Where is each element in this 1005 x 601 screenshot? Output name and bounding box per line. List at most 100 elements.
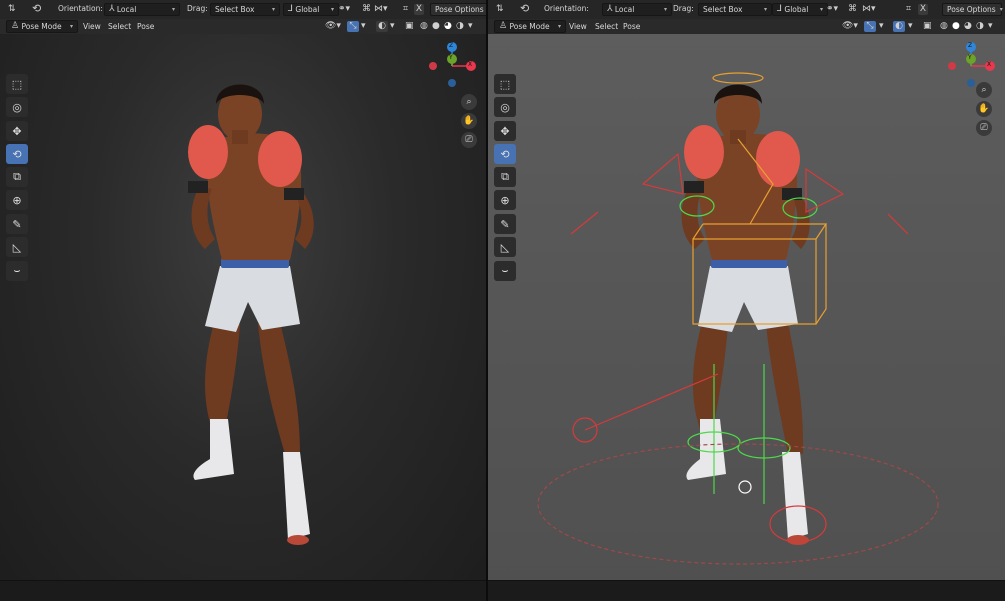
transform-dropdown[interactable]: ⅃ Global ▾: [283, 3, 339, 16]
wireframe-shading-icon[interactable]: ◍: [420, 21, 428, 32]
rendered-shading-icon[interactable]: ◑: [976, 21, 984, 32]
gizmo-x-label: X: [987, 61, 992, 68]
menu-view[interactable]: View: [83, 22, 101, 31]
visibility-icon[interactable]: 👁▾: [325, 21, 341, 32]
rotate-mode-icon[interactable]: ⟲: [32, 3, 41, 14]
move-icon[interactable]: ✥: [494, 121, 516, 141]
chevron-down-icon[interactable]: ▾: [361, 21, 366, 32]
pan-hand-icon[interactable]: ✋: [461, 113, 477, 129]
xray-icon[interactable]: ▣: [923, 21, 932, 32]
drag-label: Drag:: [187, 4, 208, 13]
x-toggle-button[interactable]: X: [918, 4, 928, 15]
rotate-mode-icon[interactable]: ⟲: [520, 3, 529, 14]
cursor-icon[interactable]: ◎: [6, 97, 28, 117]
pose-mode-icon: ♙: [499, 21, 508, 31]
pose-options-dropdown[interactable]: Pose Options▾: [942, 3, 1003, 16]
chevron-down-icon[interactable]: ▾: [468, 21, 473, 32]
mode-value: Pose Mode: [21, 22, 62, 31]
transform-icon[interactable]: ⊕: [6, 190, 28, 210]
chevron-down-icon[interactable]: ▾: [390, 21, 395, 32]
rendered-shading-icon[interactable]: ◑: [456, 21, 464, 32]
pose-options-label: Pose Options: [947, 5, 996, 14]
move-icon[interactable]: ✥: [6, 121, 28, 141]
transform-pivot-icon[interactable]: ⇅: [496, 4, 504, 15]
cursor-icon[interactable]: ◎: [494, 97, 516, 117]
camera-icon[interactable]: ⎚: [461, 132, 477, 148]
navigation-gizmo[interactable]: Z Y X: [424, 38, 484, 98]
visibility-icon[interactable]: 👁▾: [842, 21, 858, 32]
gizmo-y-label: Y: [968, 54, 972, 61]
toolbar-left: ⬚ ◎ ✥ ⟲ ⧉ ⊕ ✎ ◺ ⌣: [6, 74, 30, 284]
transform-value: Global: [295, 5, 320, 14]
3d-viewport[interactable]: ⬚ ◎ ✥ ⟲ ⧉ ⊕ ✎ ◺ ⌣ Z Y X ⌕ ✋ ⎚: [0, 34, 486, 601]
orientation-dropdown[interactable]: ⅄ Local ▾: [104, 3, 180, 16]
xray-icon[interactable]: ▣: [405, 21, 414, 32]
menu-select[interactable]: Select: [595, 22, 618, 31]
viewport-right[interactable]: ⇅ ⟲ Orientation: ⅄ Local ▾ Drag: Select B…: [488, 0, 1005, 601]
auto-ik-icon[interactable]: ⌗: [906, 4, 911, 15]
link-icon[interactable]: ⚭▾: [826, 4, 838, 15]
menu-pose[interactable]: Pose: [623, 22, 640, 31]
orientation-label: Orientation:: [58, 4, 103, 13]
measure-icon[interactable]: ◺: [494, 237, 516, 257]
drag-label: Drag:: [673, 4, 694, 13]
solid-shading-icon[interactable]: ●: [952, 21, 960, 32]
rotate-icon[interactable]: ⟲: [494, 144, 516, 164]
chevron-down-icon[interactable]: ▾: [908, 21, 913, 32]
solid-shading-icon[interactable]: ●: [432, 21, 440, 32]
material-shading-icon[interactable]: ◕: [964, 21, 972, 32]
transform-icon[interactable]: ⊕: [494, 190, 516, 210]
zoom-icon[interactable]: ⌕: [461, 94, 477, 110]
navigation-gizmo[interactable]: Z Y X: [943, 38, 1003, 98]
chevron-down-icon[interactable]: ▾: [988, 21, 993, 32]
relax-icon[interactable]: ⌣: [494, 261, 516, 281]
camera-icon[interactable]: ⎚: [976, 120, 992, 136]
drag-dropdown[interactable]: Select Box ▾: [698, 3, 772, 16]
measure-icon[interactable]: ◺: [6, 237, 28, 257]
viewport-left[interactable]: ⇅ ⟲ Orientation: ⅄ Local ▾ Drag: Select B…: [0, 0, 486, 601]
rotate-icon[interactable]: ⟲: [6, 144, 28, 164]
3d-viewport[interactable]: ⬚ ◎ ✥ ⟲ ⧉ ⊕ ✎ ◺ ⌣ Z Y X ⌕ ✋ ⎚: [488, 34, 1005, 601]
select-box-icon[interactable]: ⬚: [494, 74, 516, 94]
pan-hand-icon[interactable]: ✋: [976, 101, 992, 117]
link-icon[interactable]: ⚭▾: [338, 4, 350, 15]
bottom-bar: [0, 580, 486, 601]
character-render[interactable]: [0, 34, 486, 580]
pose-x-mirror-icon[interactable]: ⌘: [848, 4, 857, 15]
pose-options-label: Pose Options: [435, 5, 484, 14]
gizmo-toggle-icon[interactable]: ⤡: [347, 21, 359, 32]
menu-pose[interactable]: Pose: [137, 22, 154, 31]
toolbar-left: ⬚ ◎ ✥ ⟲ ⧉ ⊕ ✎ ◺ ⌣: [494, 74, 518, 284]
chevron-down-icon[interactable]: ▾: [879, 21, 884, 32]
overlays-icon[interactable]: ◐: [376, 21, 388, 32]
overlays-icon[interactable]: ◐: [893, 21, 905, 32]
material-shading-icon[interactable]: ◕: [444, 21, 452, 32]
chevron-down-icon: ▾: [763, 6, 767, 13]
scale-icon[interactable]: ⧉: [494, 167, 516, 187]
annotate-icon[interactable]: ✎: [6, 214, 28, 234]
wireframe-shading-icon[interactable]: ◍: [940, 21, 948, 32]
snap-icon[interactable]: ⋈▾: [862, 4, 876, 15]
mode-dropdown[interactable]: ♙ Pose Mode ▾: [6, 20, 78, 33]
menu-view[interactable]: View: [569, 22, 587, 31]
auto-ik-icon[interactable]: ⌗: [403, 4, 408, 15]
mode-dropdown[interactable]: ♙ Pose Mode ▾: [494, 20, 566, 33]
orientation-dropdown[interactable]: ⅄ Local ▾: [602, 3, 672, 16]
global-axes-icon: ⅃: [777, 4, 783, 14]
transform-dropdown[interactable]: ⅃ Global ▾: [772, 3, 828, 16]
snap-icon[interactable]: ⋈▾: [374, 4, 388, 15]
transform-pivot-icon[interactable]: ⇅: [8, 4, 16, 15]
gizmo-toggle-icon[interactable]: ⤡: [864, 21, 876, 32]
relax-icon[interactable]: ⌣: [6, 261, 28, 281]
header-subbar: ♙ Pose Mode ▾ View Select Pose 👁▾ ⤡ ▾ ◐ ▾…: [0, 19, 486, 34]
annotate-icon[interactable]: ✎: [494, 214, 516, 234]
pose-options-dropdown[interactable]: Pose Options▾: [430, 3, 486, 16]
pose-x-mirror-icon[interactable]: ⌘: [362, 4, 371, 15]
scale-icon[interactable]: ⧉: [6, 167, 28, 187]
x-toggle-button[interactable]: X: [414, 4, 424, 15]
select-box-icon[interactable]: ⬚: [6, 74, 28, 94]
zoom-icon[interactable]: ⌕: [976, 82, 992, 98]
menu-select[interactable]: Select: [108, 22, 131, 31]
character-rig-view[interactable]: [488, 34, 1005, 580]
drag-dropdown[interactable]: Select Box ▾: [210, 3, 280, 16]
